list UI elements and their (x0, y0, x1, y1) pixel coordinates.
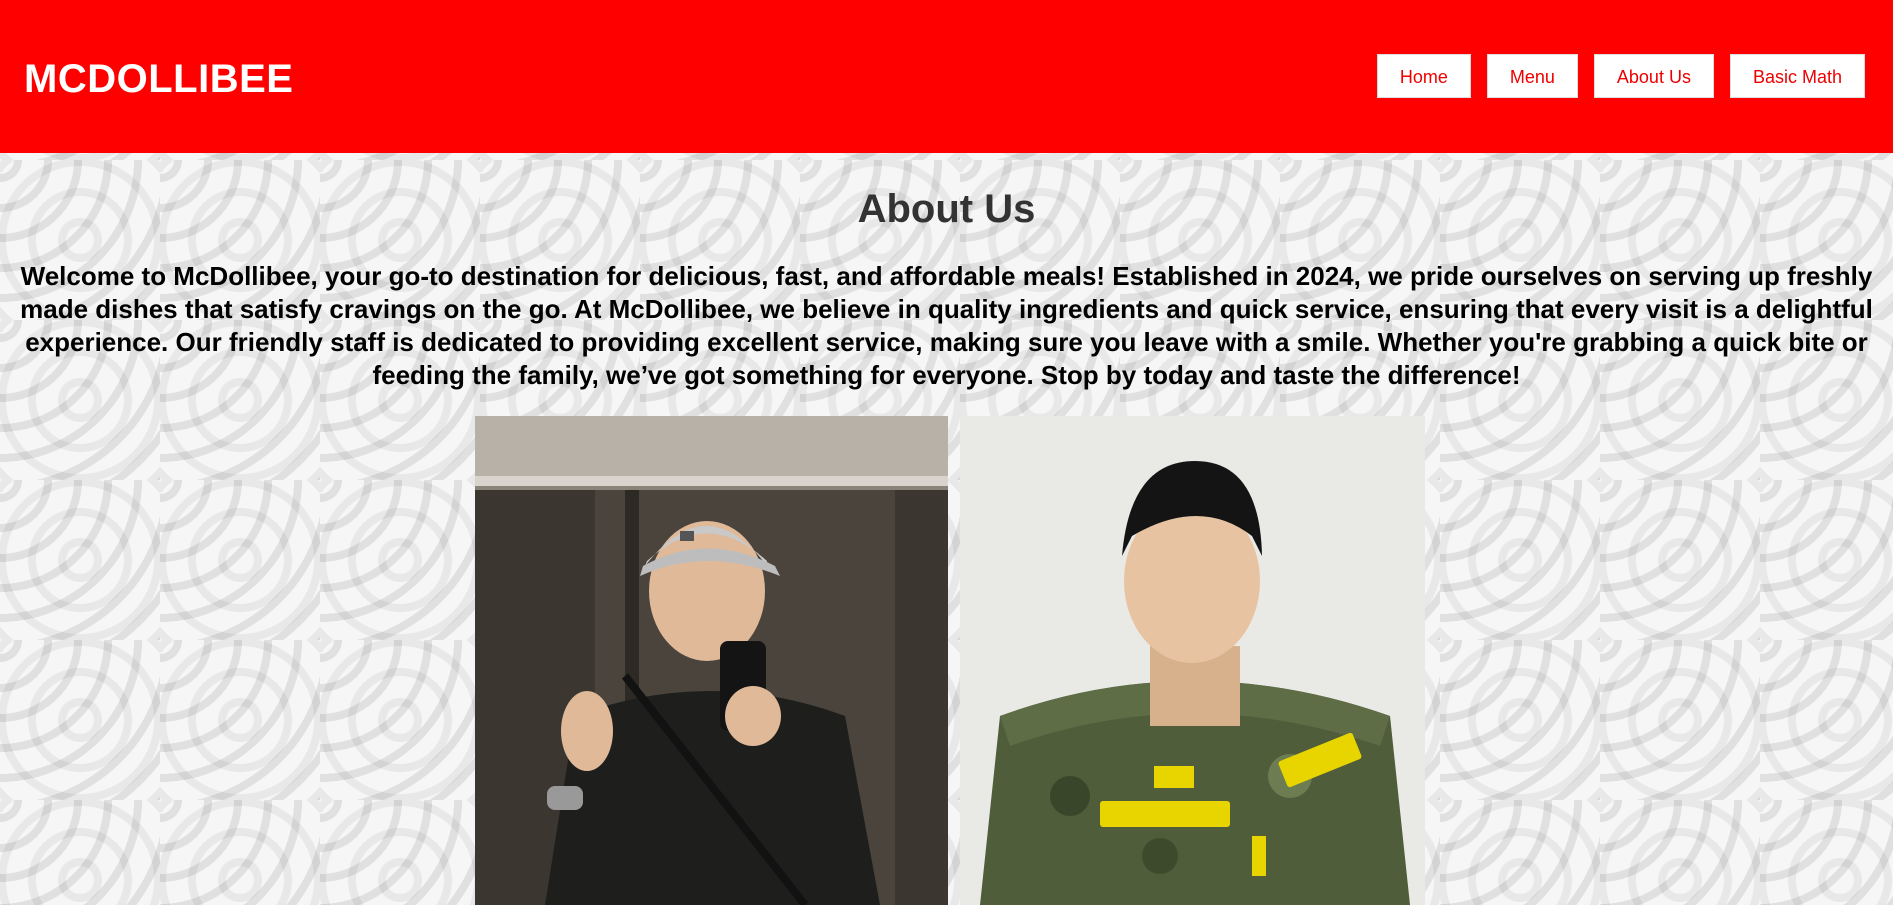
site-header: MCDOLLIBEE Home Menu About Us Basic Math (0, 0, 1893, 153)
about-intro-text: Welcome to McDollibee, your go-to destin… (20, 261, 1873, 390)
nav-basic-math-button[interactable]: Basic Math (1729, 54, 1865, 98)
team-photos (475, 416, 1425, 905)
team-photo-uniform-portrait (960, 416, 1425, 905)
nav-about-us-button[interactable]: About Us (1593, 54, 1714, 98)
team-photo-mirror-selfie (475, 416, 948, 905)
brand-logo-text[interactable]: MCDOLLIBEE (24, 56, 293, 102)
page-title: About Us (857, 187, 1036, 231)
adidas-logo-icon (680, 531, 694, 541)
main-nav: Home Menu About Us Basic Math (1376, 54, 1865, 98)
nav-menu-button[interactable]: Menu (1486, 54, 1578, 98)
nav-home-button[interactable]: Home (1376, 54, 1471, 98)
